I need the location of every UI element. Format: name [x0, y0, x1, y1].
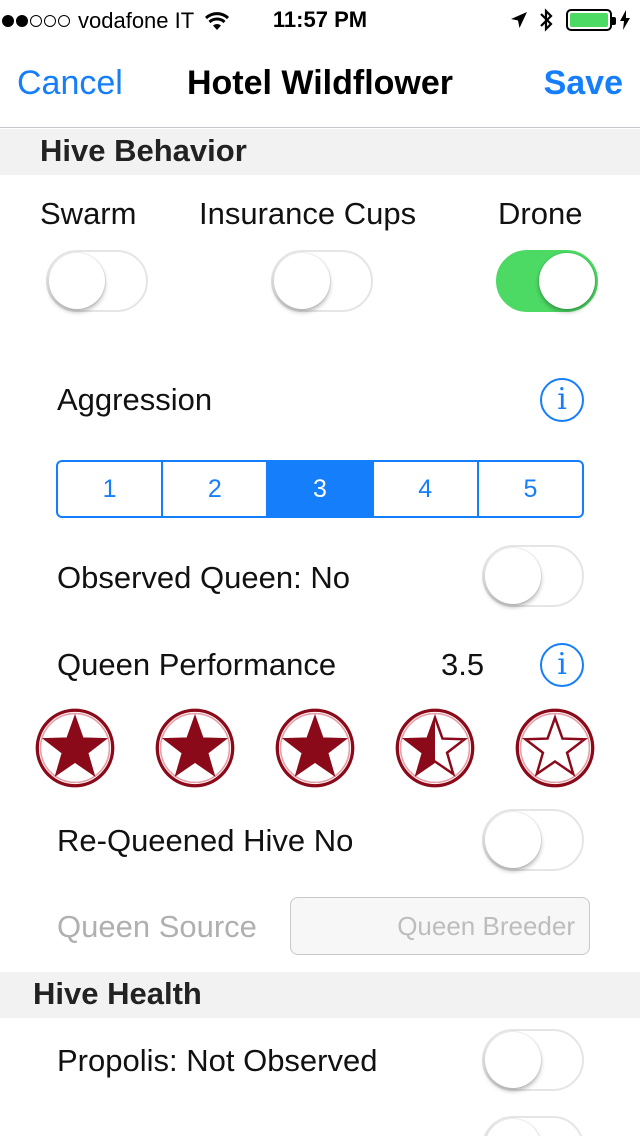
aggression-segment-2[interactable]: 2: [163, 462, 269, 516]
aggression-segment-3[interactable]: 3: [268, 462, 374, 516]
star-icon-4[interactable]: [394, 707, 476, 789]
star-icon-1[interactable]: [34, 707, 116, 789]
aggression-label: Aggression: [57, 382, 213, 417]
observed-queen-switch[interactable]: [482, 545, 584, 607]
insurance-cups-label: Insurance Cups: [199, 196, 417, 231]
aggression-segment-5[interactable]: 5: [479, 462, 582, 516]
switch-knob: [485, 548, 541, 604]
queen-source-input[interactable]: [291, 898, 589, 954]
propolis-switch[interactable]: [482, 1029, 584, 1091]
status-bar: vodafone IT 11:57 PM: [0, 0, 640, 40]
aggression-segmented-control: 1 2 3 4 5: [56, 460, 584, 518]
aggression-info-icon[interactable]: i: [540, 378, 584, 422]
requeened-hive-switch[interactable]: [482, 809, 584, 871]
drone-label: Drone: [498, 196, 583, 231]
battery-icon: [566, 9, 616, 31]
section-header-hive-health: Hive Health: [0, 972, 640, 1018]
location-arrow-icon: [511, 12, 527, 28]
queen-performance-value: 3.5: [441, 647, 485, 682]
section-header-hive-behavior: Hive Behavior: [0, 129, 640, 175]
star-icon-5[interactable]: [514, 707, 596, 789]
observed-queen-label: Observed Queen: No: [57, 560, 350, 595]
swarm-label: Swarm: [40, 196, 137, 231]
queen-performance-info-icon[interactable]: i: [540, 643, 584, 687]
navigation-bar: Cancel Hotel Wildflower Save: [0, 40, 640, 128]
aggression-segment-4[interactable]: 4: [374, 462, 479, 516]
section-title: Hive Health: [33, 976, 202, 1011]
next-row-switch[interactable]: [482, 1116, 584, 1136]
requeened-hive-label: Re-Queened Hive No: [57, 823, 354, 858]
switch-knob: [485, 812, 541, 868]
swarm-switch[interactable]: [46, 250, 148, 312]
aggression-segment-1[interactable]: 1: [58, 462, 164, 516]
drone-switch[interactable]: [496, 250, 598, 312]
propolis-label: Propolis: Not Observed: [57, 1043, 378, 1078]
switch-knob: [485, 1119, 541, 1136]
insurance-cups-switch[interactable]: [271, 250, 373, 312]
charging-bolt-icon: [620, 10, 630, 30]
save-button[interactable]: Save: [544, 64, 623, 103]
bluetooth-icon: [540, 8, 553, 32]
star-icon-3[interactable]: [274, 707, 356, 789]
switch-knob: [49, 253, 105, 309]
star-icon-2[interactable]: [154, 707, 236, 789]
queen-performance-label: Queen Performance: [57, 647, 337, 682]
switch-knob: [539, 253, 595, 309]
switch-knob: [274, 253, 330, 309]
section-title: Hive Behavior: [40, 133, 247, 168]
status-right: [510, 8, 630, 32]
queen-source-field: [290, 897, 590, 955]
switch-knob: [485, 1032, 541, 1088]
queen-source-label: Queen Source: [57, 909, 257, 944]
